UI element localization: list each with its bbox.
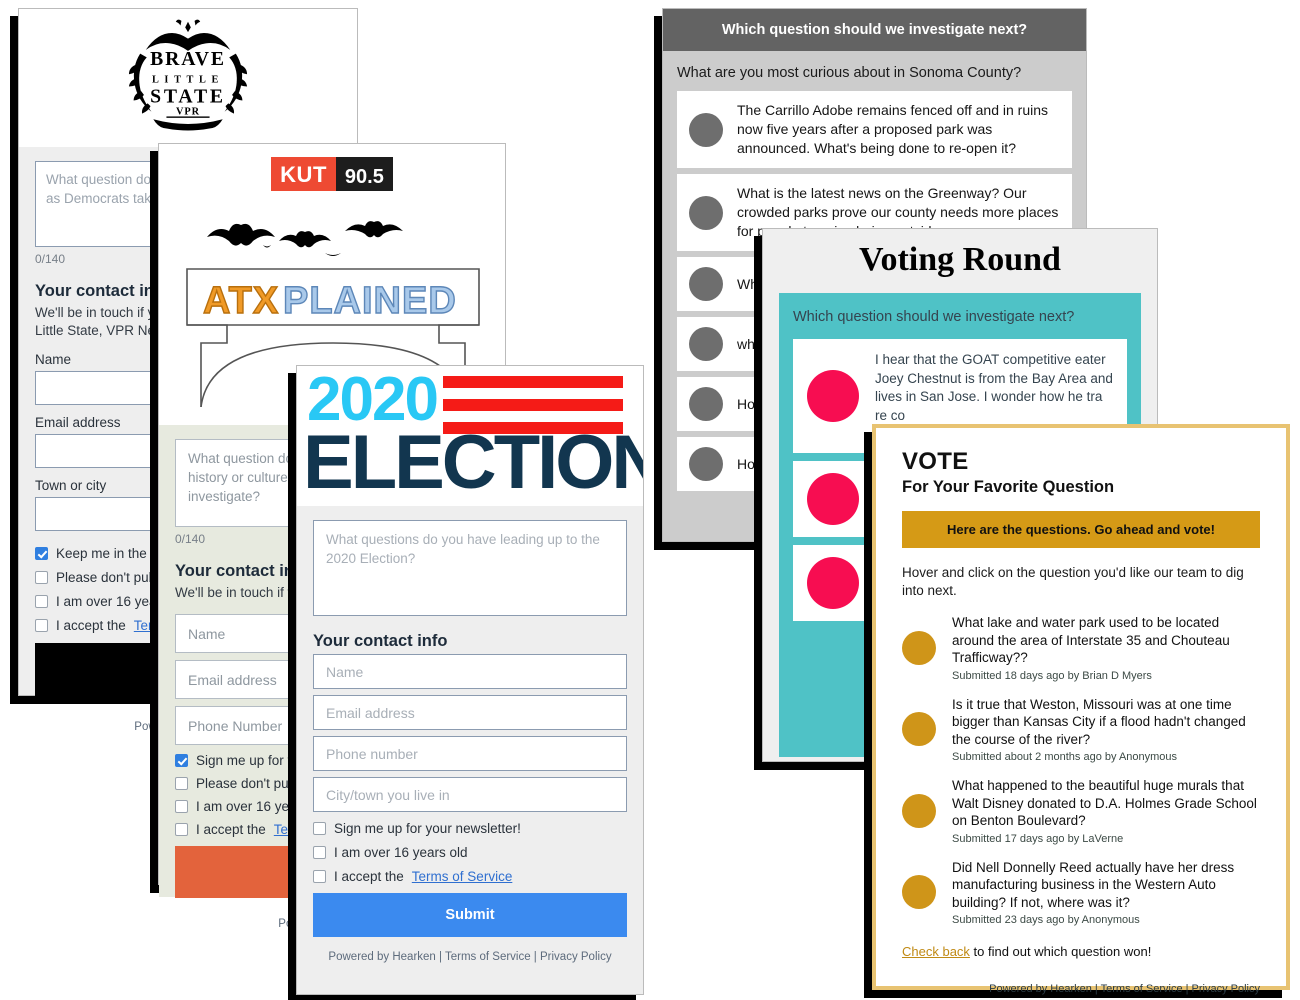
bls-logo-line3: STATE	[150, 85, 226, 107]
vote-banner: Here are the questions. Go ahead and vot…	[902, 511, 1260, 548]
bats-icon	[207, 221, 403, 256]
vote-item-submitted: Submitted 23 days ago by Anonymous	[952, 914, 1140, 926]
checkbox-icon[interactable]	[313, 822, 326, 835]
checkbox-icon[interactable]	[35, 571, 48, 584]
svg-text:PLAINED: PLAINED	[283, 280, 457, 322]
checkbox-icon[interactable]	[175, 754, 188, 767]
vote-item-text: What lake and water park used to be loca…	[952, 615, 1230, 665]
vote-heading: VOTE	[902, 448, 969, 475]
elections-word: ELECTIONS	[303, 420, 643, 505]
vote-dot-icon[interactable]	[807, 557, 859, 609]
vote-list-item[interactable]: What happened to the beautiful huge mura…	[902, 777, 1260, 845]
elections-checkbox-over-16[interactable]: I am over 16 years old	[313, 845, 627, 860]
elections-terms-link[interactable]: Terms of Service	[412, 869, 513, 884]
vote-dot-icon[interactable]	[689, 327, 723, 361]
vote-subheading: For Your Favorite Question	[902, 478, 1115, 496]
elections-input-phone[interactable]: Phone number	[313, 736, 627, 771]
elections-contact-heading: Your contact info	[313, 632, 448, 650]
vote-dot-icon[interactable]	[902, 712, 936, 747]
check-back-link[interactable]: Check back	[902, 944, 970, 959]
vote-footer: Powered by Hearken | Terms of Service | …	[989, 983, 1260, 995]
elections-checkbox-label-1: I am over 16 years old	[334, 845, 468, 860]
sonoma-header: Which question should we investigate nex…	[663, 9, 1086, 51]
vote-dot-icon[interactable]	[902, 875, 936, 910]
vote-item-submitted: Submitted 18 days ago by Brian D Myers	[952, 669, 1152, 682]
vote-item-submitted: Submitted about 2 months ago by Anonymou…	[952, 751, 1178, 763]
elections-form: What questions do you have leading up to…	[297, 506, 643, 994]
vote-dot-icon[interactable]	[807, 370, 859, 422]
vote-list-item[interactable]: Is it true that Weston, Missouri was at …	[902, 696, 1260, 763]
voting-round-title: Voting Round	[859, 241, 1061, 278]
card-vote-favorite-question: VOTE For Your Favorite Question Here are…	[872, 424, 1290, 995]
bls-logo-line1: BRAVE	[150, 48, 226, 70]
vote-dot-icon[interactable]	[689, 447, 723, 481]
vote-item-text: Did Nell Donnelly Reed actually have her…	[952, 859, 1235, 910]
vote-check-back-line: Check back to find out which question wo…	[902, 944, 1260, 959]
checkbox-icon[interactable]	[175, 777, 188, 790]
checkbox-icon[interactable]	[35, 547, 48, 560]
bls-logo-area: BRAVE LITTLE STATE VPR	[19, 9, 357, 147]
vote-dot-icon[interactable]	[902, 793, 936, 828]
checkbox-icon[interactable]	[175, 800, 188, 813]
elections-input-email[interactable]: Email address	[313, 695, 627, 730]
card-2020-elections: 2020 ELECTIONS What questions do you hav…	[296, 365, 644, 995]
vote-dot-icon[interactable]	[689, 195, 723, 230]
checkbox-icon[interactable]	[313, 846, 326, 859]
bls-logo-line4: VPR	[176, 107, 200, 118]
voting-round-item-text: I hear that the GOAT competitive eater J…	[875, 352, 1113, 423]
screenshot-canvas: BRAVE LITTLE STATE VPR What question do …	[0, 0, 1300, 1000]
vote-list-item[interactable]: Did Nell Donnelly Reed actually have her…	[902, 859, 1260, 926]
elections-checkbox-newsletter[interactable]: Sign me up for your newsletter!	[313, 821, 627, 836]
bls-checkbox-label-3: I accept the	[56, 618, 126, 633]
vote-dot-icon[interactable]	[902, 630, 936, 665]
vote-item-text: What happened to the beautiful huge mura…	[952, 778, 1257, 828]
sonoma-list-item[interactable]: The Carrillo Adobe remains fenced off an…	[677, 91, 1072, 168]
checkbox-icon[interactable]	[175, 823, 188, 836]
vote-item-submitted: Submitted 17 days ago by LaVerne	[952, 832, 1124, 845]
svg-text:ATX: ATX	[203, 280, 279, 322]
checkbox-icon[interactable]	[35, 595, 48, 608]
elections-input-city[interactable]: City/town you live in	[313, 777, 627, 812]
vote-dot-icon[interactable]	[689, 112, 723, 147]
brave-little-state-logo-icon: BRAVE LITTLE STATE VPR	[128, 19, 248, 131]
vote-hint: Hover and click on the question you'd li…	[902, 565, 1244, 598]
vote-dot-icon[interactable]	[807, 473, 859, 525]
vote-dot-icon[interactable]	[689, 387, 723, 421]
elections-checkbox-label-2: I accept the	[334, 869, 404, 884]
vote-item-text: Is it true that Weston, Missouri was at …	[952, 696, 1246, 747]
elections-footer: Powered by Hearken | Terms of Service | …	[328, 951, 612, 963]
kut-station-badge: KUT 90.5	[159, 157, 505, 191]
sonoma-prompt: What are you most curious about in Sonom…	[677, 65, 1022, 81]
checkbox-icon[interactable]	[35, 619, 48, 632]
sonoma-item-text: The Carrillo Adobe remains fenced off an…	[737, 102, 1049, 156]
kut-checkbox-label-3: I accept the	[196, 822, 266, 837]
vote-body: VOTE For Your Favorite Question Here are…	[876, 428, 1286, 1000]
vote-dot-icon[interactable]	[689, 267, 723, 301]
elections-checkbox-label-0: Sign me up for your newsletter!	[334, 821, 521, 836]
elections-input-name[interactable]: Name	[313, 654, 627, 689]
vote-list-item[interactable]: What lake and water park used to be loca…	[902, 614, 1260, 682]
checkbox-icon[interactable]	[313, 870, 326, 883]
elections-submit-button[interactable]: Submit	[313, 893, 627, 937]
kut-callsign: KUT	[271, 157, 336, 191]
kut-frequency: 90.5	[335, 157, 393, 191]
elections-question-textarea[interactable]: What questions do you have leading up to…	[313, 520, 627, 616]
voting-round-prompt: Which question should we investigate nex…	[793, 309, 1075, 325]
elections-logo-area: 2020 ELECTIONS	[297, 366, 643, 506]
elections-checkbox-terms[interactable]: I accept the Terms of Service	[313, 869, 627, 884]
check-back-rest: to find out which question won!	[969, 944, 1152, 959]
bls-logo-line2: LITTLE	[152, 75, 224, 86]
